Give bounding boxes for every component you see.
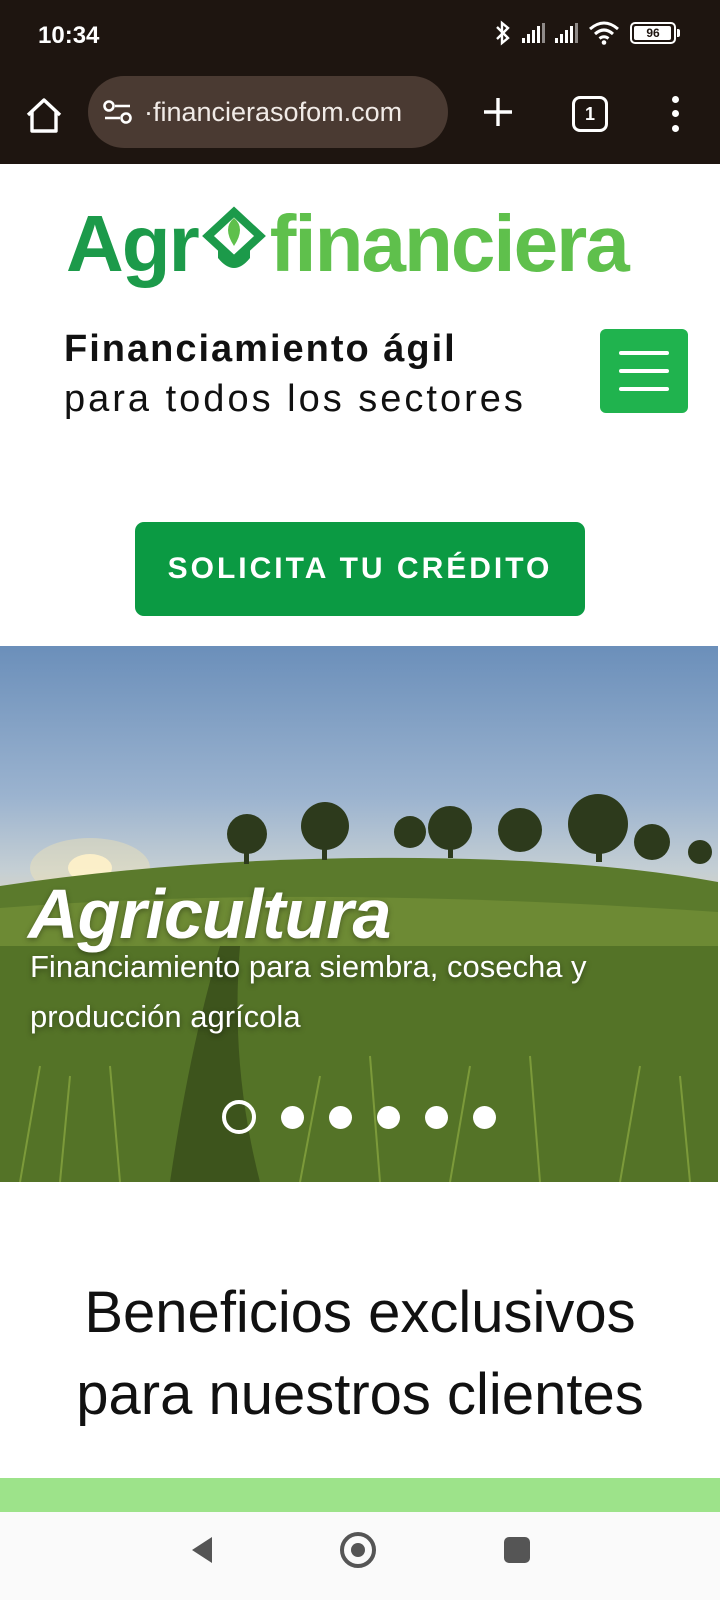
slider-dot-1[interactable]: [222, 1100, 256, 1134]
recents-icon[interactable]: [504, 1537, 530, 1563]
more-icon[interactable]: [660, 92, 690, 136]
status-time: 10:34: [38, 22, 100, 49]
back-icon[interactable]: [188, 1534, 216, 1566]
tagline-regular: para todos los sectores: [64, 378, 526, 420]
address-bar[interactable]: ·financierasofom.com: [88, 76, 448, 148]
plus-icon[interactable]: [476, 90, 520, 134]
slider-dot-4[interactable]: [377, 1105, 400, 1129]
benefits-heading: Beneficios exclusivos para nuestros clie…: [0, 1272, 720, 1436]
system-navigation-bar: [0, 1512, 720, 1600]
agrofinanciera-logo[interactable]: Agr financiera: [66, 198, 646, 290]
leaf-logo-icon: [201, 206, 266, 268]
site-tagline: Financiamiento ágil para todos los secto…: [64, 324, 526, 424]
status-icons: 96: [494, 20, 680, 46]
slider-dot-6[interactable]: [473, 1105, 496, 1129]
slider-dot-3[interactable]: [329, 1105, 352, 1129]
hero-slider[interactable]: Agricultura Financiamiento para siembra,…: [0, 646, 718, 1182]
home-icon[interactable]: [22, 94, 66, 138]
tagline-bold: Financiamiento ágil: [64, 328, 457, 370]
bluetooth-icon: [496, 20, 510, 46]
battery-level: 96: [646, 26, 660, 40]
slider-dot-2[interactable]: [281, 1105, 304, 1129]
url-text: ·financierasofom.com: [144, 96, 403, 127]
green-section-band: [0, 1478, 720, 1512]
browser-toolbar: ·financierasofom.com 1: [0, 76, 720, 164]
benefits-heading-line2: para nuestros clientes: [76, 1362, 644, 1427]
logo-text-agr: Agr: [66, 199, 200, 288]
request-credit-button[interactable]: SOLICITA TU CRÉDITO: [135, 522, 585, 616]
slider-dot-5[interactable]: [425, 1105, 448, 1129]
slide-subtitle: Financiamiento para siembra, cosecha y p…: [30, 949, 587, 1034]
benefits-heading-line1: Beneficios exclusivos: [84, 1280, 636, 1345]
signal-icon-2: [555, 23, 578, 43]
slider-pagination: [222, 1100, 496, 1134]
battery-icon: 96: [630, 22, 680, 44]
tabs-icon[interactable]: 1: [572, 96, 608, 132]
menu-icon[interactable]: [600, 329, 688, 413]
logo-text-financiera: financiera: [269, 199, 630, 288]
signal-icon: [522, 23, 545, 43]
home-nav-icon[interactable]: [340, 1532, 376, 1568]
status-bar: 10:34 96: [0, 0, 720, 76]
wifi-icon: [589, 21, 619, 45]
site-settings-icon[interactable]: [102, 98, 134, 126]
